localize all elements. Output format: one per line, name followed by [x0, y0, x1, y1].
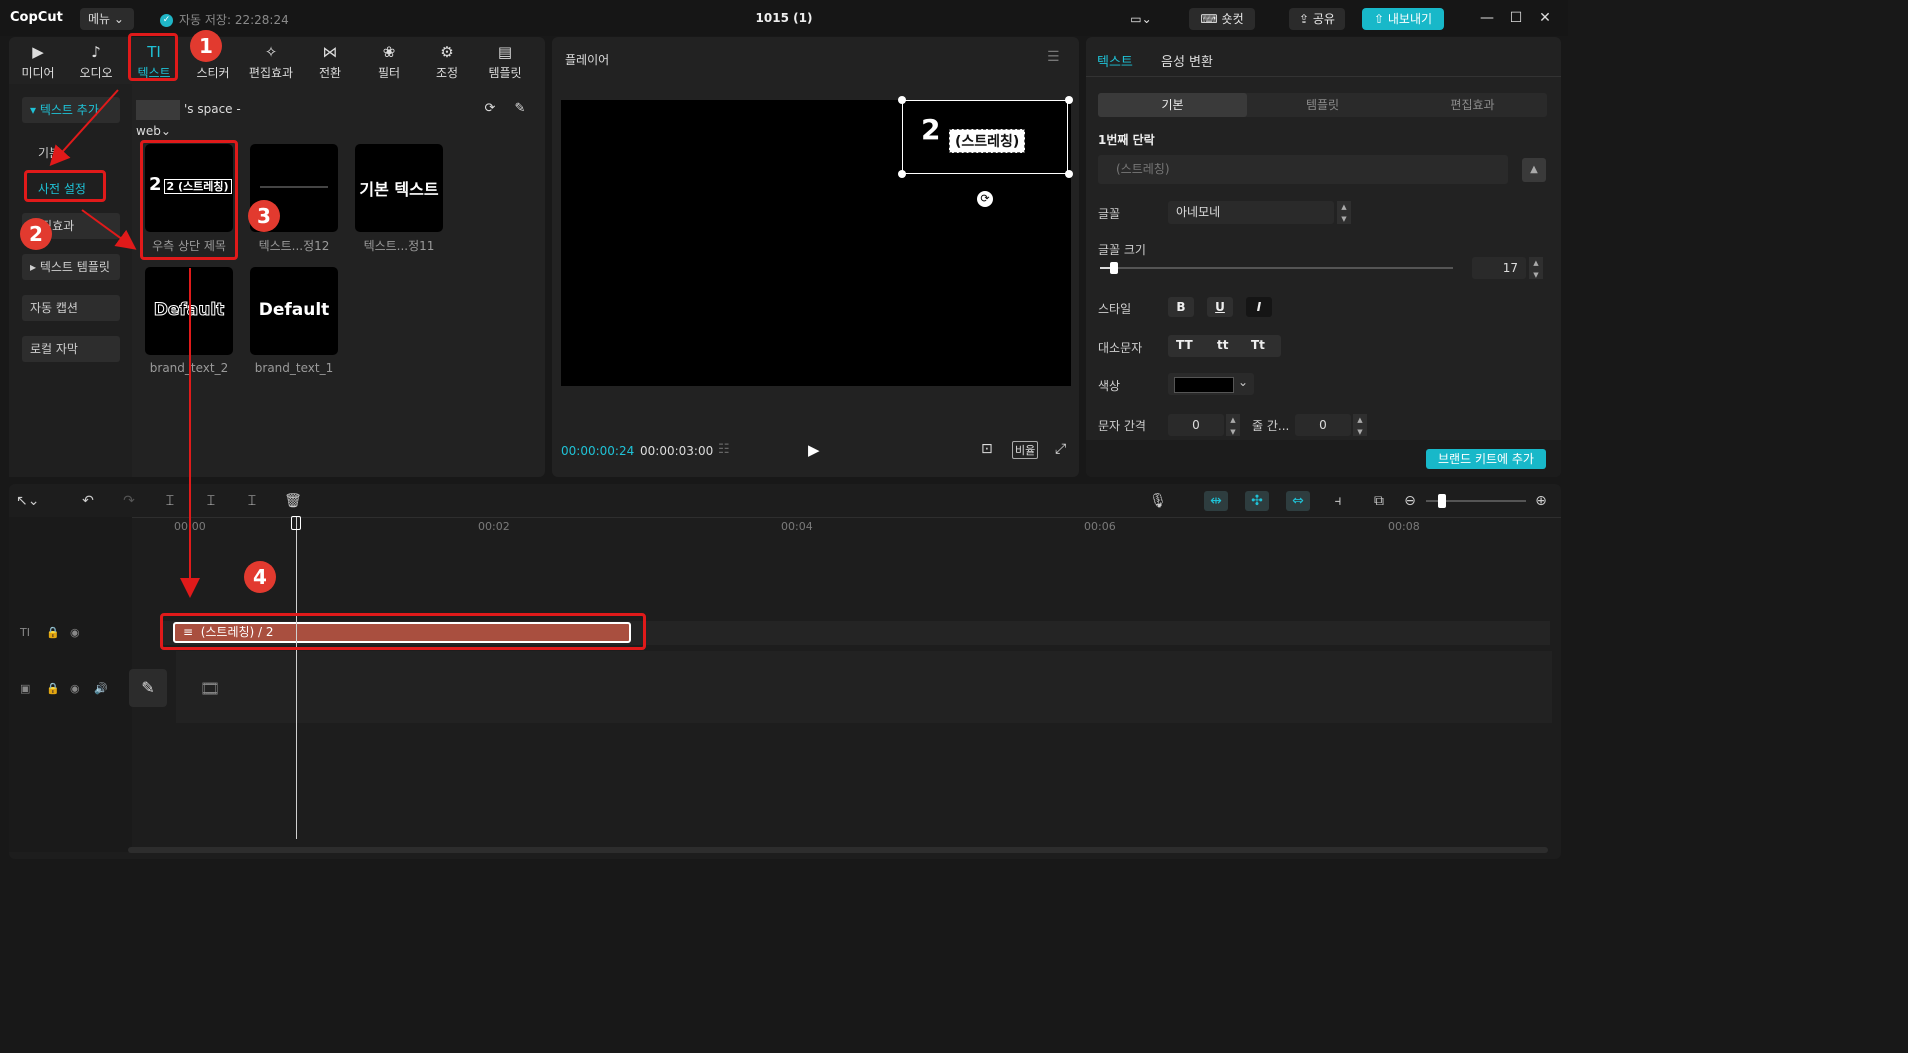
- annotation-badge: 4: [244, 561, 276, 593]
- annotation-arrow: [81, 209, 137, 250]
- annotation-badge: 1: [190, 30, 222, 62]
- annotation-arrows: [49, 89, 200, 598]
- annotation-badge: 2: [20, 218, 52, 250]
- annotation-arrow: [49, 89, 119, 166]
- annotation-badge: 3: [248, 200, 280, 232]
